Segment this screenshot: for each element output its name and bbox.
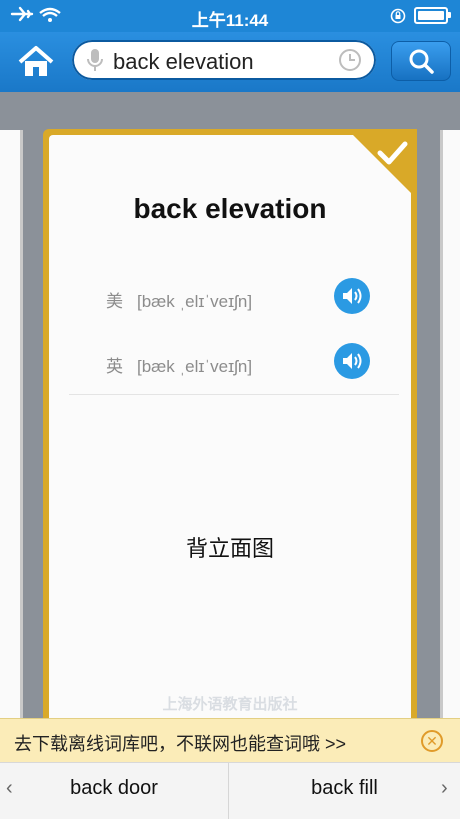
phonetic-us: 美 [bæk ˌelɪˈveɪʃn] bbox=[106, 287, 252, 312]
word-card-content: back elevation 美 [bæk ˌelɪˈveɪʃn] 英 [bæk ˌ… bbox=[49, 135, 411, 725]
close-banner-icon[interactable]: ✕ bbox=[421, 730, 443, 752]
previous-card-edge[interactable] bbox=[0, 130, 23, 720]
orientation-lock-icon bbox=[390, 8, 406, 23]
status-bar: 上午11:44 bbox=[0, 0, 460, 32]
definition: 背立面图 bbox=[185, 536, 274, 561]
phonetic-uk: 英 [bæk ˌelɪˈveɪʃn] bbox=[106, 352, 252, 377]
home-button[interactable] bbox=[16, 42, 56, 82]
divider bbox=[69, 394, 399, 395]
next-card-edge[interactable] bbox=[440, 130, 460, 720]
previous-word-button[interactable]: back door bbox=[0, 777, 228, 800]
next-word-button[interactable]: back fill bbox=[229, 777, 460, 800]
banner-text[interactable]: 去下载离线词库吧，不联网也能查词哦 >> bbox=[14, 730, 346, 756]
checkmark-corner-icon[interactable] bbox=[347, 129, 417, 199]
play-us-audio-button[interactable] bbox=[334, 278, 370, 314]
word-navigation-bar: ‹ back door back fill › bbox=[0, 762, 460, 819]
speaker-icon bbox=[343, 353, 362, 369]
speaker-icon bbox=[343, 288, 362, 304]
search-button[interactable] bbox=[391, 41, 451, 81]
history-clock-icon[interactable] bbox=[338, 48, 362, 72]
word-card[interactable]: back elevation 美 [bæk ˌelɪˈveɪʃn] 英 [bæk ˌ… bbox=[43, 129, 417, 729]
search-icon bbox=[409, 49, 434, 74]
offline-download-banner[interactable]: 去下载离线词库吧，不联网也能查词哦 >> ✕ bbox=[0, 718, 460, 763]
search-bar[interactable]: back elevation bbox=[72, 40, 376, 80]
phonetic-uk-label: 英 bbox=[106, 357, 123, 376]
play-uk-audio-button[interactable] bbox=[334, 343, 370, 379]
phonetic-us-ipa: [bæk ˌelɪˈveɪʃn] bbox=[137, 292, 253, 311]
microphone-icon[interactable] bbox=[86, 48, 104, 72]
phonetic-us-label: 美 bbox=[106, 292, 123, 311]
search-input[interactable]: back elevation bbox=[113, 49, 254, 75]
top-nav-bar: back elevation bbox=[0, 32, 460, 92]
chevron-right-icon[interactable]: › bbox=[441, 777, 448, 800]
publisher-watermark: 上海外语教育出版社 bbox=[162, 696, 298, 713]
home-icon bbox=[18, 46, 54, 76]
phonetic-uk-ipa: [bæk ˌelɪˈveɪʃn] bbox=[137, 357, 253, 376]
battery-icon bbox=[414, 7, 451, 24]
